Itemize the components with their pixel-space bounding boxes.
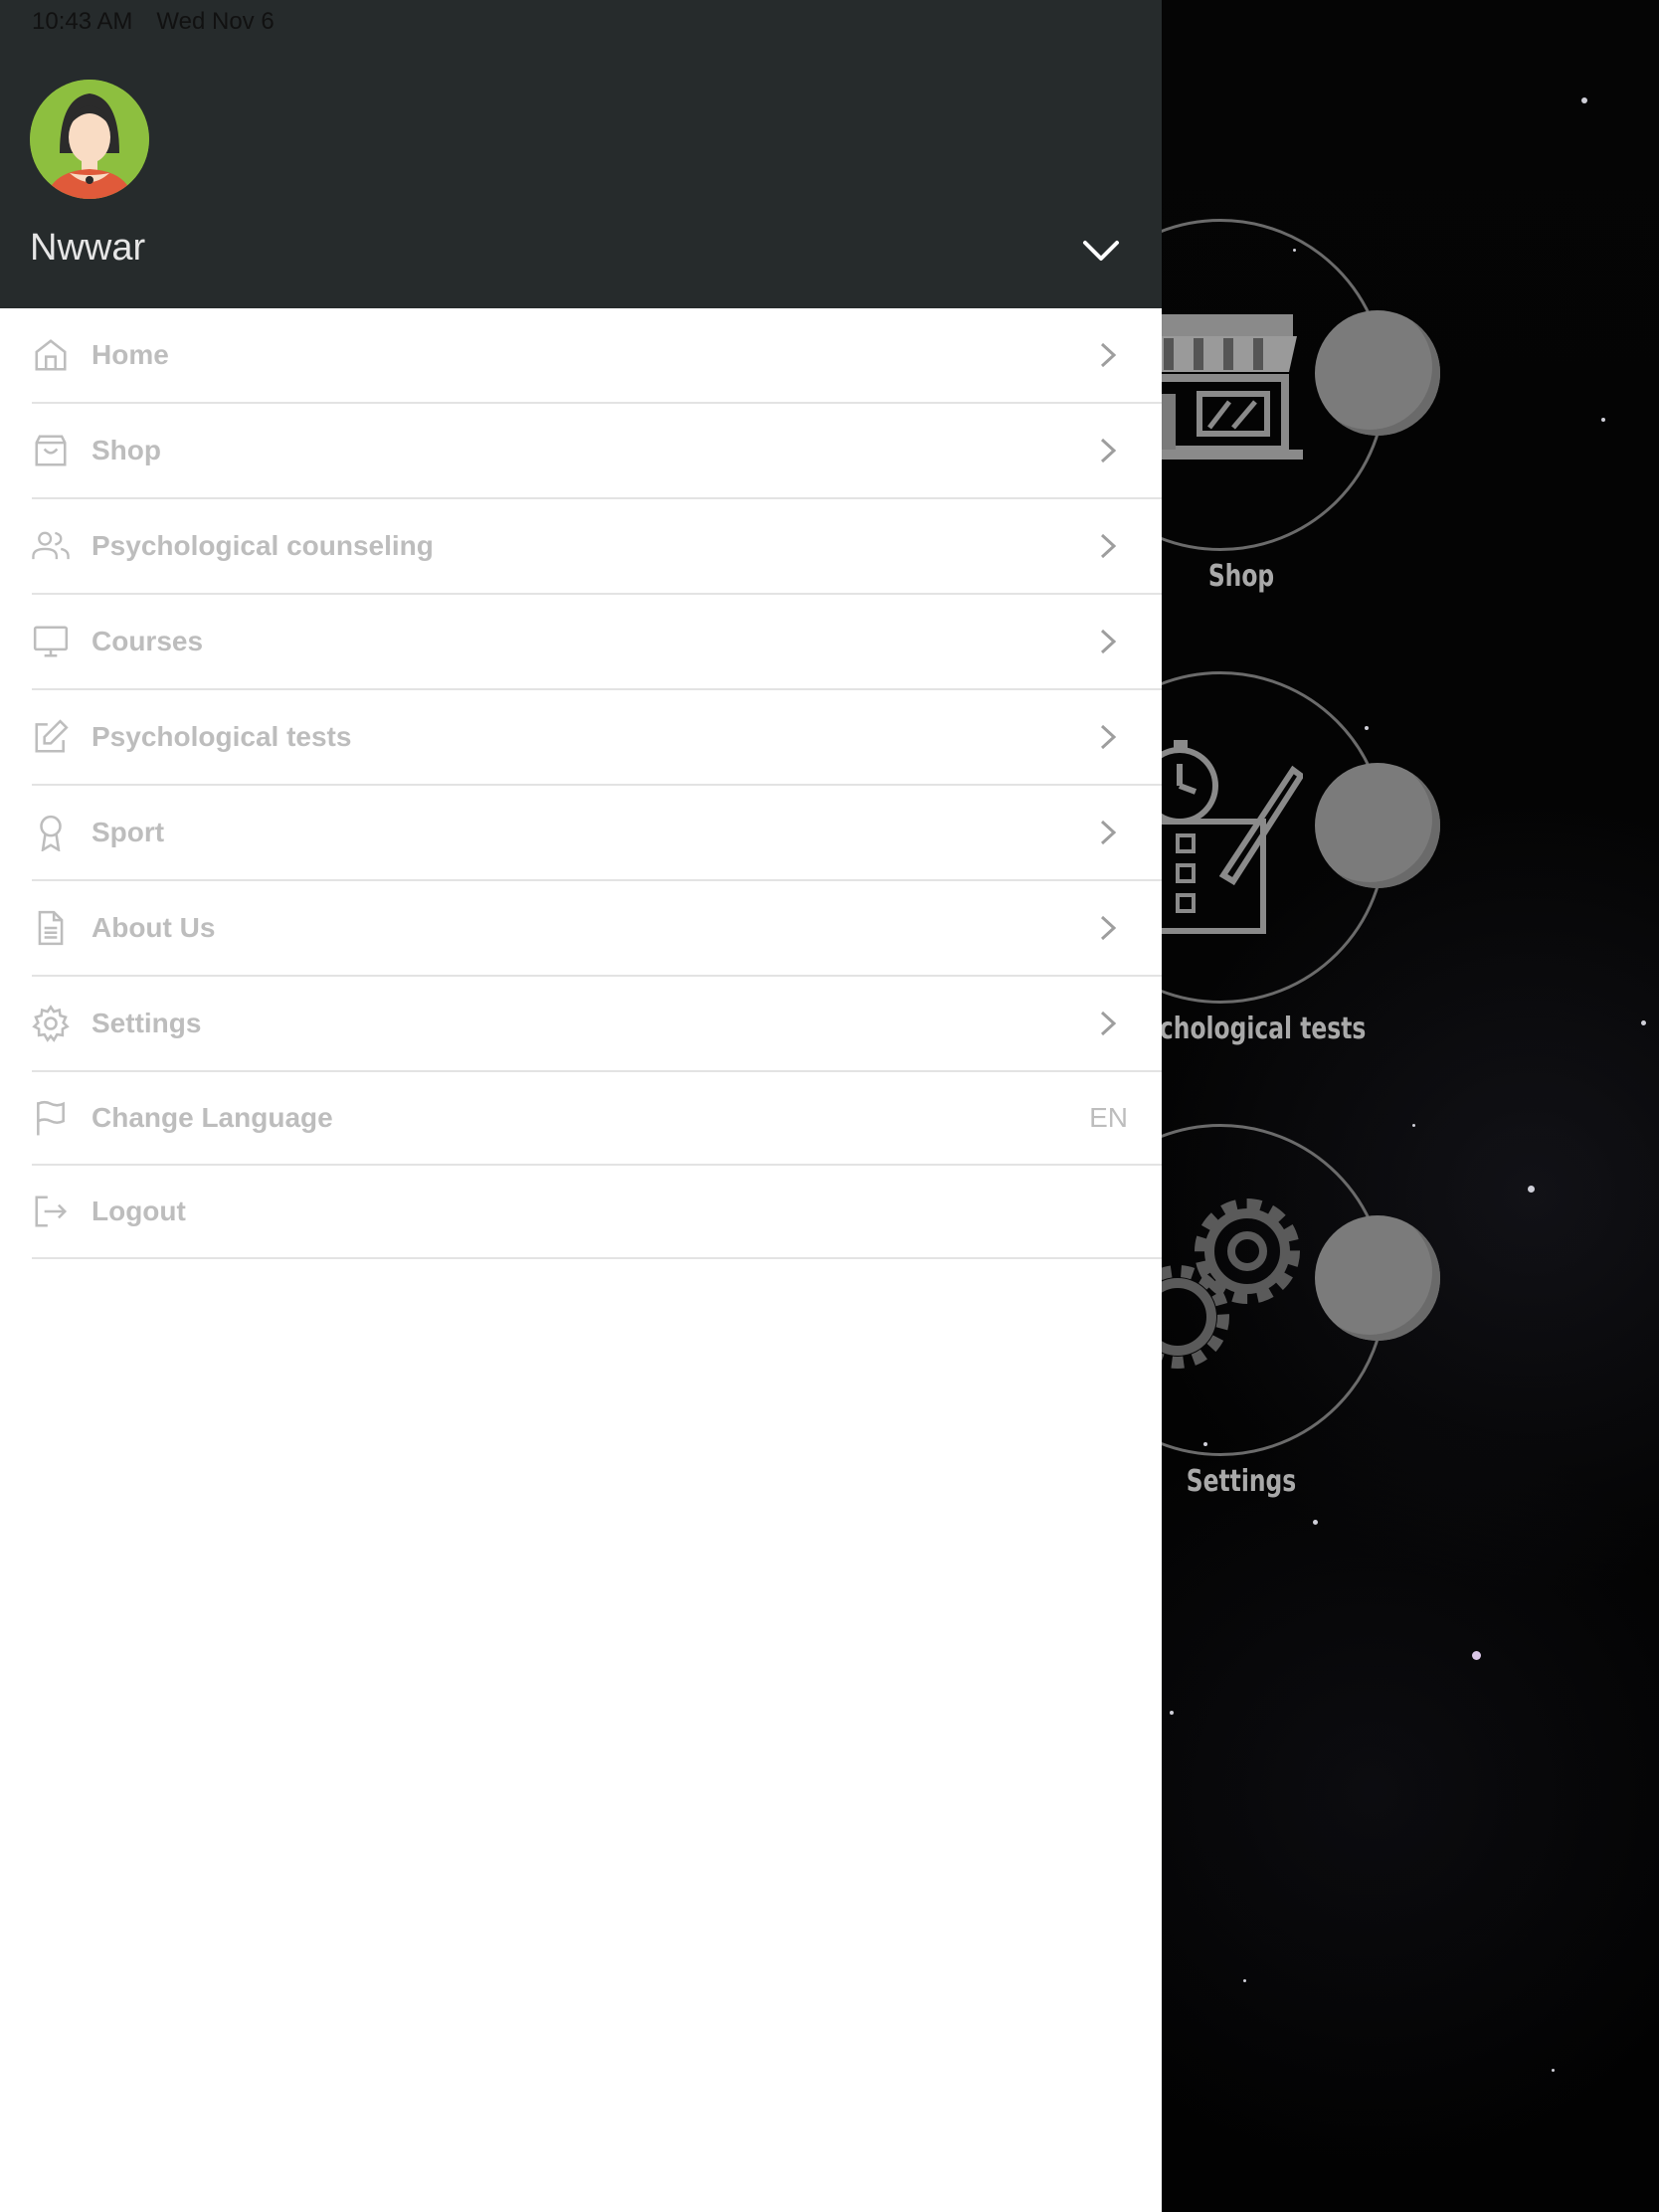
menu-item-shop[interactable]: Shop: [32, 404, 1162, 499]
user-name: Nwwar: [30, 227, 146, 269]
menu-item-label: Logout: [92, 1196, 186, 1226]
users-icon: [32, 526, 70, 566]
star: [1170, 1711, 1174, 1715]
star: [1581, 97, 1587, 103]
chevron-right-icon: [1100, 724, 1117, 750]
menu-item-psychological-counseling[interactable]: Psychological counseling: [32, 499, 1162, 595]
navigation-drawer: Nwwar Home Shop Psychological counseling…: [0, 0, 1162, 2212]
account-dropdown-toggle[interactable]: [1076, 231, 1126, 271]
menu-item-label: Psychological counseling: [92, 530, 434, 561]
menu-item-home[interactable]: Home: [32, 308, 1162, 404]
moon-icon: [1315, 310, 1440, 436]
tile-label: ychological tests: [1144, 1012, 1367, 1046]
menu-item-psychological-tests[interactable]: Psychological tests: [32, 690, 1162, 786]
menu-item-label: Home: [92, 339, 169, 370]
star: [1601, 418, 1605, 422]
status-date: Wed Nov 6: [156, 8, 275, 35]
logout-icon: [32, 1192, 70, 1231]
chevron-right-icon: [1100, 533, 1117, 559]
star: [1365, 726, 1369, 730]
menu-item-logout[interactable]: Logout: [32, 1166, 1162, 1259]
menu-item-label: About Us: [92, 912, 216, 943]
menu-item-label: Settings: [92, 1008, 202, 1038]
star: [1641, 1020, 1646, 1025]
star: [1552, 2069, 1555, 2072]
star: [1313, 1520, 1318, 1525]
menu-item-label: Courses: [92, 626, 204, 656]
document-icon: [32, 908, 70, 948]
chevron-down-icon: [1083, 241, 1119, 261]
star: [1243, 1979, 1246, 1982]
chevron-right-icon: [1100, 629, 1117, 654]
menu-item-courses[interactable]: Courses: [32, 595, 1162, 690]
menu-item-label: Shop: [92, 435, 161, 465]
menu-item-sport[interactable]: Sport: [32, 786, 1162, 881]
avatar[interactable]: [30, 80, 149, 199]
moon-icon: [1315, 763, 1440, 888]
drawer-header: Nwwar: [0, 0, 1162, 308]
menu-item-settings[interactable]: Settings: [32, 977, 1162, 1072]
star: [1528, 1186, 1535, 1193]
award-icon: [32, 813, 70, 852]
monitor-icon: [32, 622, 70, 661]
status-bar: 10:43 AM Wed Nov 6: [32, 8, 275, 36]
gear-icon: [32, 1004, 70, 1043]
test-checklist-icon: [1144, 740, 1303, 934]
star: [1472, 1651, 1481, 1660]
menu-item-about-us[interactable]: About Us: [32, 881, 1162, 977]
menu-item-label: Sport: [92, 817, 165, 847]
menu-item-label: Change Language: [92, 1102, 333, 1133]
chevron-right-icon: [1100, 915, 1117, 941]
language-code: EN: [1089, 1102, 1128, 1133]
moon-icon: [1315, 1215, 1440, 1341]
shopping-bag-icon: [32, 431, 70, 470]
status-time: 10:43 AM: [32, 8, 133, 35]
user-avatar-icon: [30, 80, 149, 199]
chevron-right-icon: [1100, 820, 1117, 845]
star: [1412, 1124, 1415, 1127]
drawer-menu: Home Shop Psychological counseling Cours…: [0, 308, 1162, 1259]
menu-item-label: Psychological tests: [92, 721, 352, 752]
chevron-right-icon: [1100, 342, 1117, 368]
flag-icon: [32, 1098, 70, 1138]
chevron-right-icon: [1100, 1011, 1117, 1036]
chevron-right-icon: [1100, 438, 1117, 463]
home-icon: [32, 335, 70, 375]
edit-icon: [32, 717, 70, 757]
menu-item-change-language[interactable]: Change Language EN: [32, 1072, 1162, 1166]
